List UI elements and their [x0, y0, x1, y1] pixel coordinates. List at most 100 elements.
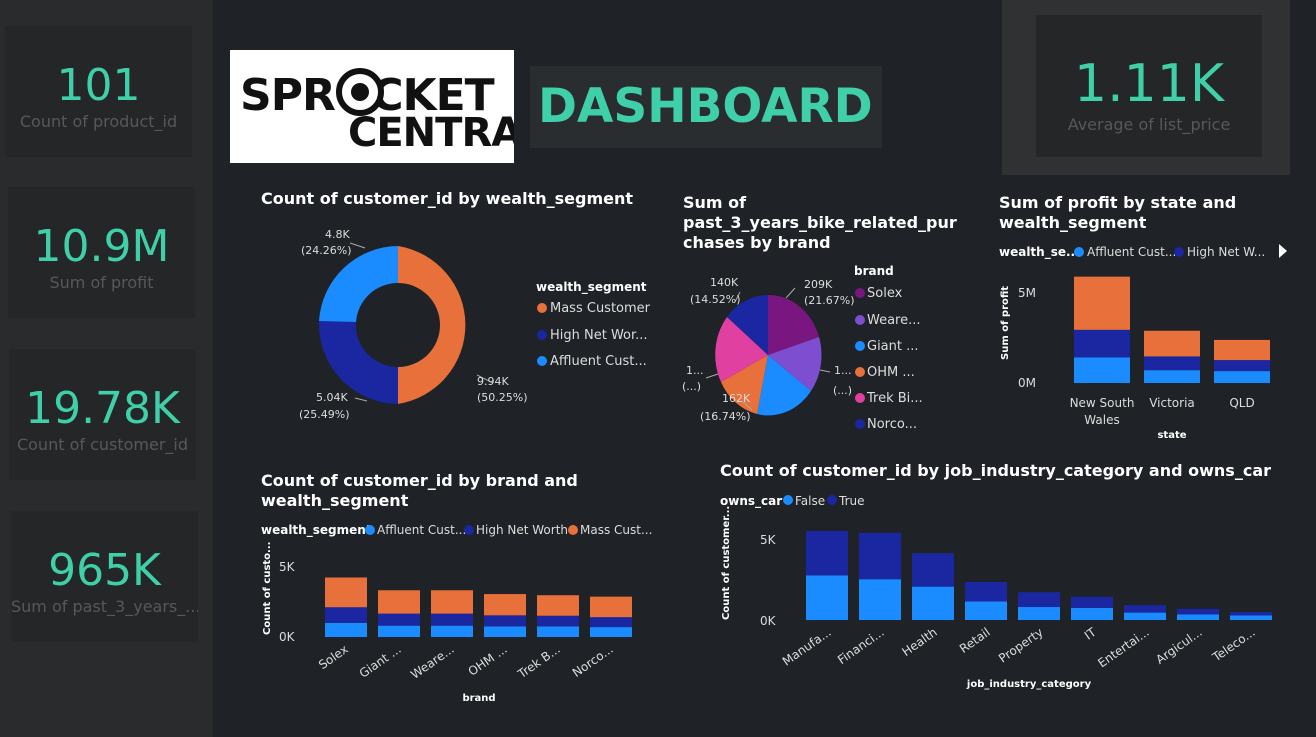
bar-segment[interactable]: [1124, 605, 1166, 613]
legend-item-affluent[interactable]: Affluent Cust...: [377, 523, 466, 537]
bar-segment[interactable]: [1074, 329, 1130, 358]
bar-segment[interactable]: [1071, 596, 1113, 608]
bar-segment[interactable]: [1230, 612, 1272, 616]
bar-segment[interactable]: [590, 596, 632, 618]
legend-item-trek[interactable]: Trek Bi...: [866, 391, 923, 406]
bar-segment[interactable]: [912, 553, 954, 587]
bar-segment[interactable]: [965, 601, 1007, 620]
bar-segment[interactable]: [1018, 607, 1060, 620]
slice-mass-customer[interactable]: [398, 246, 466, 404]
legend-item-high[interactable]: High Net Wor...: [550, 328, 648, 343]
bar-segment[interactable]: [806, 530, 848, 576]
bar-segment[interactable]: [484, 594, 526, 616]
legend-item-affluent[interactable]: Affluent Cust...: [1087, 245, 1176, 259]
x-tick-label: QLD: [1229, 396, 1254, 410]
brand-pie-chart[interactable]: 209K (21.67%) 140K (14.52%) 162K (16.74%…: [680, 260, 940, 435]
bar-segment[interactable]: [590, 617, 632, 628]
legend-item-ohm[interactable]: OHM ...: [867, 365, 915, 380]
legend-item-true[interactable]: True: [838, 494, 865, 508]
bar-segment[interactable]: [912, 586, 954, 620]
x-tick-label: Teleco...: [1209, 625, 1258, 665]
data-label-high-value: 5.04K: [316, 391, 348, 404]
bar-segment[interactable]: [537, 626, 579, 637]
y-tick-label: 0K: [279, 630, 296, 644]
bar-segment[interactable]: [325, 607, 367, 623]
bar-segment[interactable]: [484, 615, 526, 627]
bar-segment[interactable]: [1144, 370, 1200, 383]
legend-item-norco[interactable]: Norco...: [867, 417, 917, 432]
title-line: Count of customer_id by brand and: [261, 471, 578, 490]
x-tick-label: Manufa...: [780, 625, 834, 669]
x-tick-label: Wales: [1084, 413, 1119, 427]
bar-segment[interactable]: [378, 613, 420, 626]
bar-segment[interactable]: [806, 575, 848, 620]
legend-item-false[interactable]: False: [795, 494, 825, 508]
dashboard-title: DASHBOARD: [530, 66, 882, 148]
bar-segment[interactable]: [431, 613, 473, 626]
bar-segment[interactable]: [1018, 592, 1060, 608]
bar-segment[interactable]: [965, 581, 1007, 602]
bar-segment[interactable]: [1230, 615, 1272, 620]
legend-title: wealth_se...: [999, 245, 1080, 260]
legend-item-mass[interactable]: Mass Cust...: [580, 523, 652, 537]
data-label-weare-pct: (...): [833, 384, 852, 397]
bar-segment[interactable]: [1214, 339, 1270, 361]
legend-item-high[interactable]: High Net W...: [1187, 245, 1265, 259]
bar-segment[interactable]: [537, 595, 579, 616]
slice-affluent[interactable]: [319, 246, 398, 322]
bar-segment[interactable]: [325, 622, 367, 637]
legend-marker-solex: [855, 288, 865, 298]
legend-marker-false: [783, 495, 793, 505]
legend-item-giant[interactable]: Giant ...: [867, 339, 919, 354]
bar-segment[interactable]: [431, 625, 473, 637]
bar-segment[interactable]: [378, 625, 420, 637]
bar-segment[interactable]: [1124, 612, 1166, 620]
chart-title-profit-state: Sum of profit by state and wealth_segmen…: [999, 193, 1236, 233]
bar-segment[interactable]: [484, 626, 526, 637]
legend-marker-mass: [537, 303, 547, 313]
legend-item-solex[interactable]: Solex: [867, 286, 903, 301]
industry-car-chart[interactable]: owns_car False True Count of customer...…: [716, 488, 1296, 698]
kpi-card-profit[interactable]: 10.9M Sum of profit: [8, 187, 195, 318]
bar-segment[interactable]: [1144, 356, 1200, 371]
bar-segment[interactable]: [1177, 614, 1219, 620]
title-line: past_3_years_bike_related_pur: [683, 213, 957, 232]
bar-segment[interactable]: [1144, 330, 1200, 357]
bar-segment[interactable]: [1071, 607, 1113, 620]
kpi-card-list-price[interactable]: 1.11K Average of list_price: [1036, 15, 1262, 157]
kpi-card-customer-count[interactable]: 19.78K Count of customer_id: [9, 349, 196, 480]
legend-marker-weare: [855, 315, 865, 325]
bar-segment[interactable]: [859, 579, 901, 620]
bar-segment[interactable]: [537, 615, 579, 627]
legend-item-affluent[interactable]: Affluent Cust...: [550, 354, 647, 369]
kpi-card-product-count[interactable]: 101 Count of product_id: [5, 26, 192, 157]
legend-item-mass[interactable]: Mass Customer: [550, 301, 651, 316]
bar-segment[interactable]: [1214, 371, 1270, 383]
bar-segment[interactable]: [1214, 360, 1270, 372]
data-label-trek-value: 1...: [686, 364, 704, 377]
title-line: Sum of profit by state and: [999, 193, 1237, 212]
brand-wealth-chart[interactable]: wealth_segment Affluent Cust... High Net…: [257, 517, 657, 707]
data-label-weare-value: 1...: [834, 364, 852, 377]
legend-next-arrow-icon[interactable]: [1279, 244, 1287, 258]
bar-segment[interactable]: [1074, 357, 1130, 383]
kpi-value: 965K: [48, 545, 161, 596]
y-axis-label: Count of custo...: [262, 542, 273, 635]
legend-item-weare[interactable]: Weare...: [867, 313, 921, 328]
legend-marker-high: [1174, 247, 1184, 257]
kpi-value: 101: [56, 60, 141, 111]
bar-segment[interactable]: [325, 577, 367, 608]
bar-segment[interactable]: [378, 590, 420, 614]
bar-segment[interactable]: [1074, 276, 1130, 330]
legend-marker-trek: [855, 393, 865, 403]
wealth-donut-chart[interactable]: 9.94K (50.25%) 5.04K (25.49%) 4.8K (24.2…: [255, 215, 675, 430]
profit-state-chart[interactable]: wealth_se... Affluent Cust... High Net W…: [996, 238, 1296, 448]
bar-segment[interactable]: [1177, 608, 1219, 615]
kpi-card-past3[interactable]: 965K Sum of past_3_years_...: [11, 511, 198, 642]
bar-segment[interactable]: [859, 532, 901, 580]
legend-marker-giant: [855, 341, 865, 351]
bar-segment[interactable]: [590, 627, 632, 637]
bar-segment[interactable]: [431, 590, 473, 614]
legend-item-high[interactable]: High Net Worth: [476, 523, 568, 537]
legend-marker-ohm: [855, 367, 865, 377]
